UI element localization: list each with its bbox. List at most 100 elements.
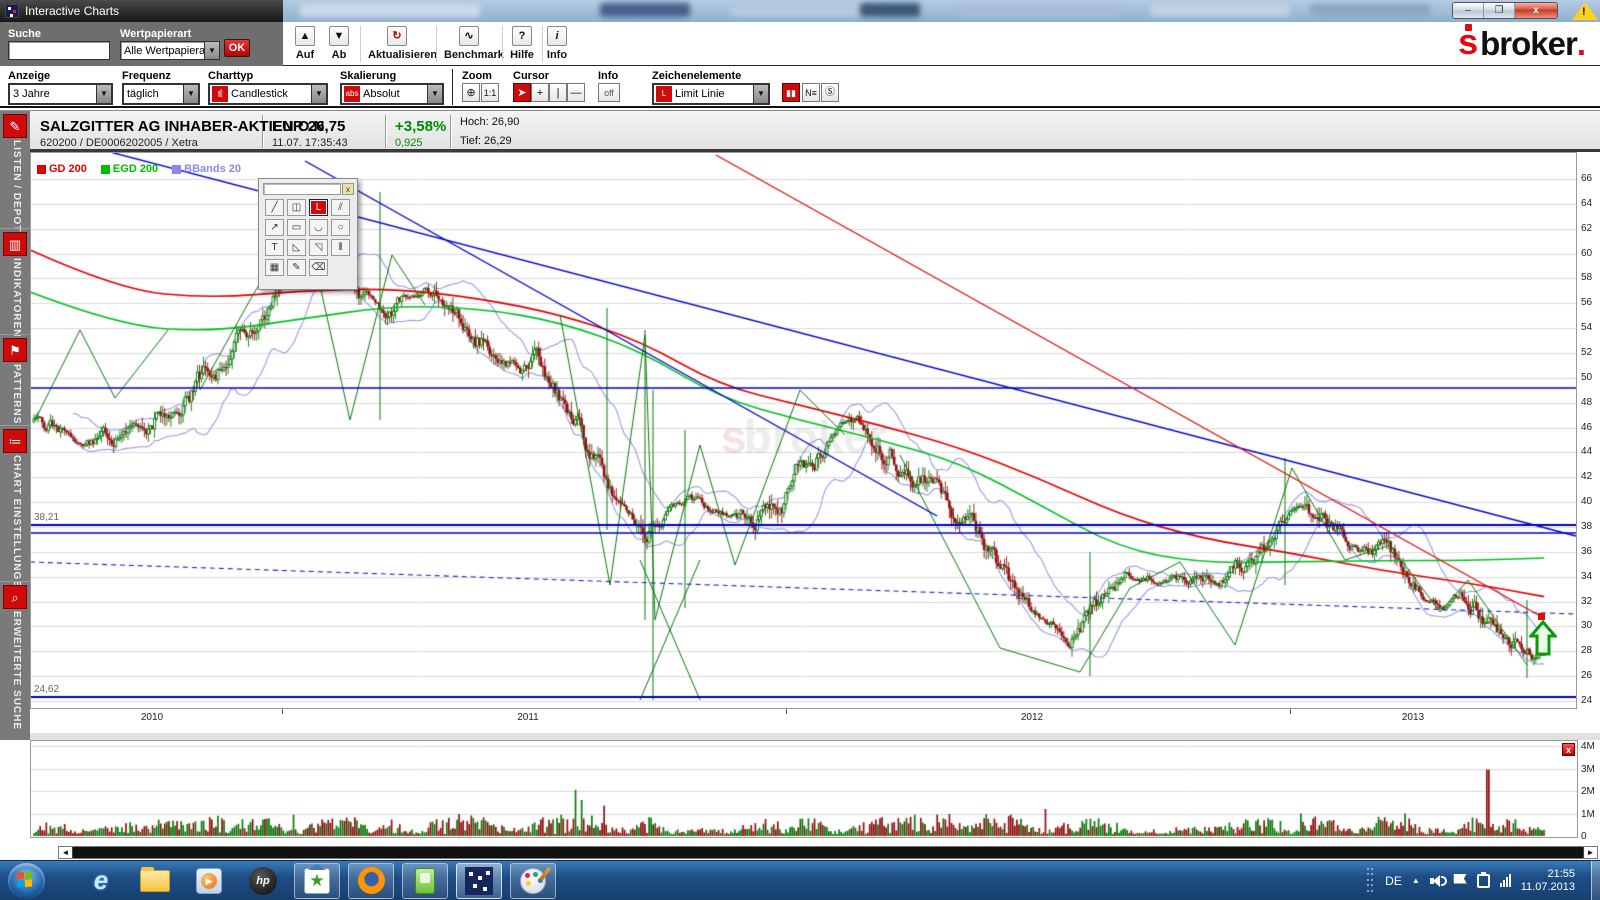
info-button[interactable]: iInfo bbox=[535, 26, 579, 61]
taskbar-explorer[interactable] bbox=[132, 863, 178, 899]
price-tick-label: 40 bbox=[1581, 496, 1592, 507]
chart-horizontal-scrollbar[interactable]: ◄ ► bbox=[58, 846, 1598, 859]
taskbar: e ▶ hp ★ DE ▲ 21:55 11. bbox=[0, 860, 1600, 900]
taskbar-media-player[interactable]: ▶ bbox=[186, 863, 232, 899]
palette-tool-button[interactable]: ↗ bbox=[265, 219, 284, 236]
search-panel: Suche Wertpapierart Alle Wertpapierarten… bbox=[0, 22, 283, 66]
show-desktop-button[interactable] bbox=[1591, 861, 1600, 900]
action-center-flag-icon[interactable] bbox=[1454, 874, 1467, 884]
price-tick-label: 28 bbox=[1581, 645, 1592, 656]
price-tick-label: 64 bbox=[1581, 198, 1592, 209]
network-signal-icon[interactable] bbox=[1500, 874, 1511, 887]
cursor-cross-button[interactable]: + bbox=[531, 83, 549, 102]
instrument-infobar: SALZGITTER AG INHABER-AKTIEN O.N. 620200… bbox=[0, 110, 1600, 152]
palette-close-icon[interactable]: x bbox=[342, 183, 354, 195]
minimize-button[interactable]: – bbox=[1453, 3, 1484, 18]
price-tick-label: 48 bbox=[1581, 397, 1592, 408]
patterns-icon: ⚑ bbox=[3, 338, 27, 362]
window-title: Interactive Charts bbox=[25, 4, 119, 18]
refresh-button[interactable]: ↻Aktualisieren bbox=[368, 26, 426, 61]
anzeige-label: Anzeige bbox=[8, 70, 50, 82]
taskbar-paint[interactable] bbox=[510, 863, 556, 899]
dropdown-arrow-icon[interactable]: ▼ bbox=[204, 42, 219, 59]
sidebar-item-indikatoren[interactable]: ▥ INDIKATOREN bbox=[0, 228, 30, 333]
scroll-right-icon[interactable]: ► bbox=[1584, 847, 1597, 858]
cursor-hline-button[interactable]: — bbox=[567, 83, 585, 102]
palette-tool-button[interactable]: T bbox=[265, 239, 284, 256]
hp-icon: hp bbox=[249, 867, 277, 895]
security-type-dropdown[interactable]: Alle Wertpapierarten ▼ bbox=[120, 41, 220, 60]
palette-tool-button[interactable]: ◹ bbox=[309, 239, 328, 256]
restore-button[interactable]: ❐ bbox=[1484, 3, 1515, 18]
palette-tool-button[interactable]: ▭ bbox=[287, 219, 306, 236]
taskbar-sipgate[interactable] bbox=[402, 863, 448, 899]
skalierung-label: Skalierung bbox=[340, 70, 396, 82]
zoom-1-1-button[interactable]: 1:1 bbox=[481, 83, 499, 102]
limit-line-icon: L bbox=[656, 86, 672, 102]
palette-tool-button[interactable]: ○ bbox=[331, 219, 350, 236]
anzeige-dropdown[interactable]: 3 Jahre▼ bbox=[8, 83, 113, 105]
price-tick-label: 46 bbox=[1581, 422, 1592, 433]
taskbar-home-app[interactable]: ★ bbox=[294, 863, 340, 899]
charttyp-dropdown[interactable]: ⫾⫿Candlestick▼ bbox=[208, 83, 328, 105]
ok-button[interactable]: OK bbox=[224, 39, 250, 57]
info-off-button[interactable]: off bbox=[598, 83, 620, 102]
palette-tool-button[interactable]: ⫽ bbox=[331, 199, 350, 216]
close-button[interactable]: x bbox=[1515, 3, 1557, 18]
palette-titlebar[interactable] bbox=[263, 183, 341, 195]
chart-legend: GD 200EGD 200BBands 20 bbox=[37, 163, 241, 175]
palette-tool-button[interactable]: ◫ bbox=[287, 199, 306, 216]
language-indicator[interactable]: DE bbox=[1385, 874, 1402, 888]
volume-close-icon[interactable]: x bbox=[1562, 743, 1575, 756]
volume-icon[interactable] bbox=[1430, 875, 1444, 887]
benchmark-button[interactable]: ∿Benchmark bbox=[444, 26, 494, 61]
palette-tool-button[interactable]: ▦ bbox=[265, 259, 284, 276]
bars-tool-button[interactable]: ▮▮ bbox=[782, 83, 800, 102]
palette-tool-button[interactable]: ✎ bbox=[287, 259, 306, 276]
s-tool-button[interactable]: Ⓢ bbox=[821, 83, 839, 102]
tray-time: 21:55 bbox=[1521, 868, 1575, 881]
palette-tool-button[interactable]: ╱ bbox=[265, 199, 284, 216]
toolbar-chart-settings: Anzeige 3 Jahre▼ Frequenz täglich▼ Chart… bbox=[0, 67, 1600, 108]
palette-tool-button[interactable]: ◡ bbox=[309, 219, 328, 236]
skalierung-dropdown[interactable]: absAbsolut▼ bbox=[340, 83, 444, 105]
palette-tool-button[interactable]: ◺ bbox=[287, 239, 306, 256]
dropdown-arrow-icon: ▼ bbox=[183, 85, 198, 103]
search-input[interactable] bbox=[8, 41, 110, 60]
taskbar-interactive-charts[interactable] bbox=[456, 863, 502, 899]
dropdown-arrow-icon: ▼ bbox=[427, 85, 442, 103]
sidebar-item-chart-einstellungen[interactable]: ≔ CHART EINSTELLUNGEN bbox=[0, 425, 30, 580]
cursor-vline-button[interactable]: | bbox=[549, 83, 567, 102]
news-tool-button[interactable]: N≡ bbox=[802, 83, 820, 102]
tray-chevron-icon[interactable]: ▲ bbox=[1412, 876, 1420, 885]
zeichenelemente-dropdown[interactable]: LLimit Linie▼ bbox=[652, 83, 770, 105]
volume-tick-label: 1M bbox=[1581, 809, 1595, 820]
taskbar-hp[interactable]: hp bbox=[240, 863, 286, 899]
sidebar-item-listen-depot[interactable]: ✎ LISTEN / DEPOT bbox=[0, 110, 30, 227]
taskbar-internet-explorer[interactable]: e bbox=[78, 863, 124, 899]
frequenz-dropdown[interactable]: täglich▼ bbox=[122, 83, 200, 105]
price-tick-label: 66 bbox=[1581, 173, 1592, 184]
zoom-in-button[interactable]: ⊕ bbox=[462, 83, 480, 102]
palette-tool-button[interactable]: ⌫ bbox=[309, 259, 328, 276]
drawing-tools-palette[interactable]: x ╱◫L⫽ ↗▭◡○ T◺◹⦀ ▦✎⌫ bbox=[258, 178, 358, 290]
sidebar-item-erweiterte-suche[interactable]: ⌕ ERWEITERTE SUCHE bbox=[0, 581, 30, 739]
palette-tool-button[interactable]: ⦀ bbox=[331, 239, 350, 256]
refresh-icon: ↻ bbox=[387, 26, 407, 46]
candlestick-icon: ⫾⫿ bbox=[212, 86, 228, 102]
scrollbar-thumb[interactable] bbox=[72, 847, 1584, 858]
window-titlebar[interactable]: Interactive Charts bbox=[0, 0, 283, 22]
price-tick-label: 54 bbox=[1581, 322, 1592, 333]
clock[interactable]: 21:55 11.07.2013 bbox=[1521, 868, 1575, 894]
volume-tick-label: 0 bbox=[1581, 831, 1587, 842]
volume-chart-canvas[interactable] bbox=[31, 741, 1577, 837]
start-button[interactable] bbox=[6, 862, 48, 900]
taskbar-firefox[interactable] bbox=[348, 863, 394, 899]
scroll-left-icon[interactable]: ◄ bbox=[59, 847, 72, 858]
sidebar-item-patterns[interactable]: ⚑ PATTERNS bbox=[0, 334, 30, 424]
indicators-icon: ▥ bbox=[3, 232, 27, 256]
cursor-arrow-button[interactable]: ➤ bbox=[513, 83, 531, 102]
clipboard-icon[interactable] bbox=[1477, 874, 1490, 888]
down-button[interactable]: ▼Ab bbox=[317, 26, 361, 61]
palette-tool-button[interactable]: L bbox=[309, 199, 328, 216]
